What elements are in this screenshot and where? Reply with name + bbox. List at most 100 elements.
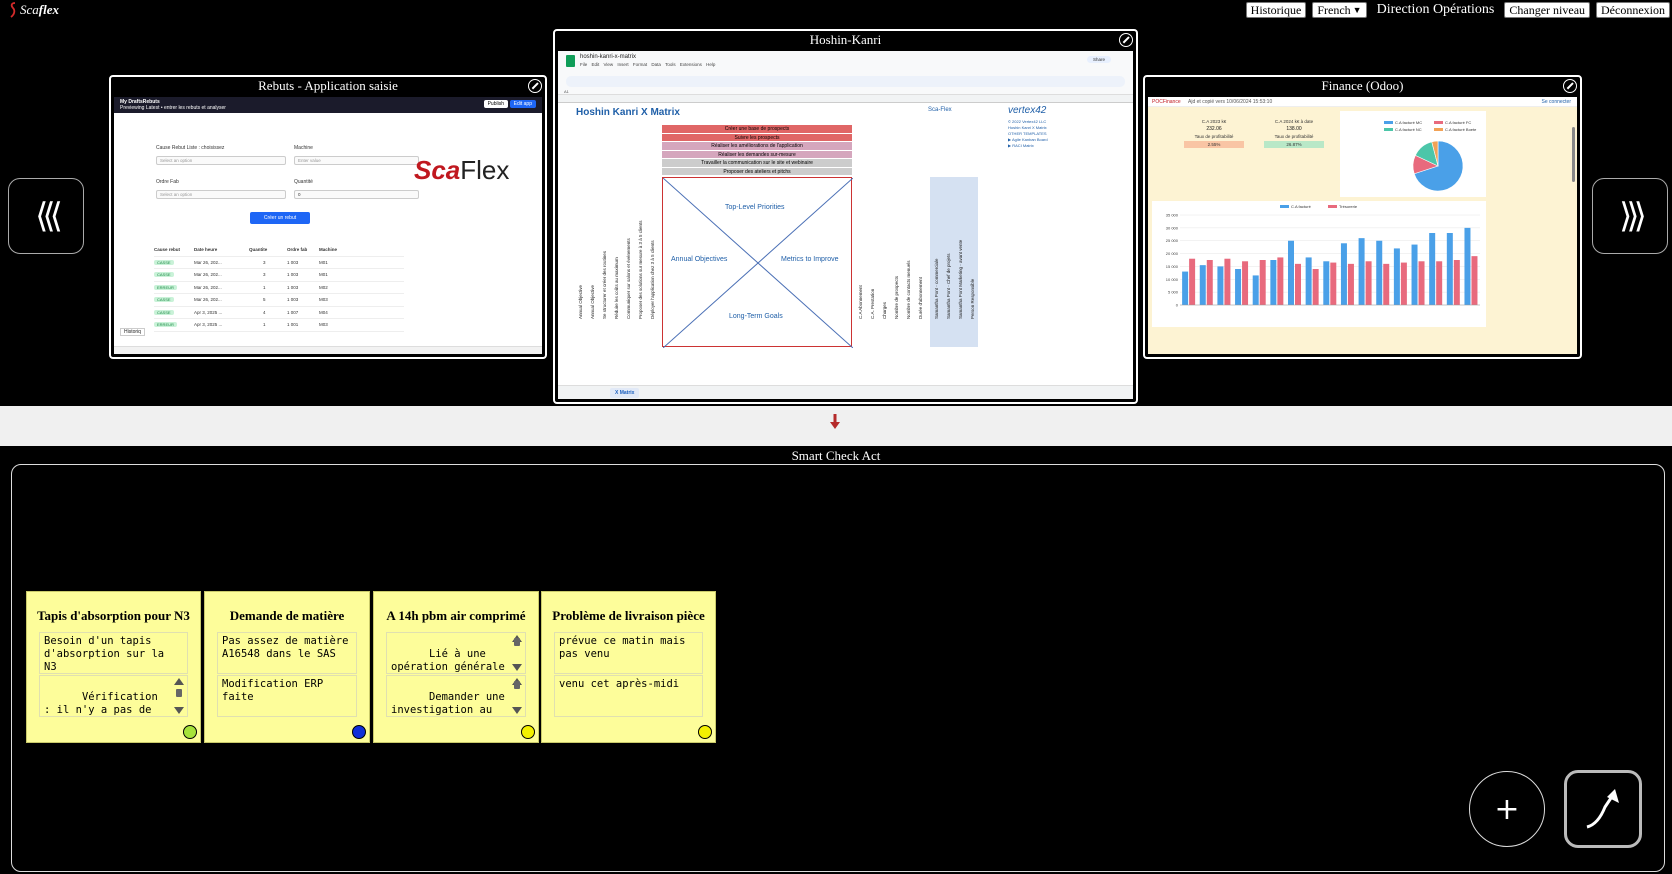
table-cell: M02 — [319, 284, 328, 290]
pie-legend-item: C.A facturé NC — [1384, 127, 1422, 132]
app-logo[interactable]: Scaflex — [8, 2, 59, 18]
format-toolbar — [566, 76, 1125, 87]
carousel-next-button[interactable]: ⟩⟩⟩ — [1592, 178, 1668, 254]
cause-tag: CASSE — [154, 272, 174, 278]
card-action-field[interactable]: Modification ERP faite — [217, 675, 357, 717]
panel-hoshin-kanri[interactable]: Hoshin-Kanri hoshin-kanri-x-matrix File … — [553, 29, 1138, 404]
panel-finance[interactable]: Finance (Odoo) POCFinance Ajd et copié v… — [1143, 75, 1582, 359]
scrollbar[interactable] — [511, 678, 523, 714]
sheet-tabs-bar: X Matrix — [558, 385, 1133, 399]
bar — [1217, 266, 1224, 305]
metric-column: Charges — [882, 301, 887, 319]
dashboard-carousel: ⟨⟨⟨ ⟩⟩⟩ Rebuts - Application saisie My D… — [0, 24, 1672, 404]
expand-icon[interactable] — [1119, 33, 1133, 47]
table-cell: Mar 26, 202... — [194, 259, 222, 265]
sticky-card[interactable]: Tapis d'absorption pour N3 Besoin d'un t… — [26, 591, 201, 743]
finance-header: POCFinance Ajd et copié vers 10/06/2024 … — [1148, 97, 1577, 107]
table-row: ERREUR Mar 26, 202... 1 1 003 M02 — [154, 282, 404, 294]
table-cell: 1 — [263, 284, 266, 290]
bar — [1446, 233, 1453, 305]
pie-legend-label: C.A facturé FC — [1445, 120, 1472, 125]
bar — [1242, 261, 1249, 305]
bar-chart: C.A facturé Trésorerie 35 000 30 000 25 00… — [1152, 201, 1486, 327]
change-level-button[interactable]: Changer niveau — [1504, 2, 1591, 18]
x-matrix: Top-Level Priorities Annual Objectives M… — [662, 177, 853, 348]
bar — [1464, 227, 1471, 305]
expand-icon[interactable] — [528, 79, 542, 93]
table-header-row: Cause rebut Date heure Quantite Ordre fa… — [154, 244, 404, 257]
history-button[interactable]: Historique — [1245, 2, 1307, 18]
card-action-field[interactable]: venu cet après-midi — [554, 675, 703, 717]
chevron-down-icon: ▼ — [1352, 5, 1362, 15]
cause-tag: CASSE — [154, 259, 174, 265]
bar — [1270, 260, 1277, 305]
carousel-prev-button[interactable]: ⟨⟨⟨ — [8, 178, 84, 254]
bar — [1252, 275, 1259, 305]
panel-title: Rebuts - Application saisie — [258, 78, 398, 93]
section-separator — [0, 406, 1672, 446]
bar — [1383, 263, 1390, 305]
table-cell: Mar 26, 202... — [194, 284, 222, 290]
create-rebut-button: Créer un rebut — [250, 212, 310, 224]
objective-column: Déployer l'application chez 3 à 5 client… — [650, 240, 655, 319]
card-description-field[interactable]: Besoin d'un tapis d'absorption sur la N3 — [39, 632, 188, 674]
y-tick-label: 0 — [1176, 303, 1179, 308]
sheets-toolbar: hoshin-kanri-x-matrix File Edit View Ins… — [558, 51, 1133, 95]
card-description-field[interactable]: Lié à une opération générale sans doute,… — [386, 632, 526, 674]
scrollbar[interactable] — [173, 678, 185, 714]
panel-preview: My DraftsRebuts Previewing Latest • entr… — [114, 97, 542, 354]
panel-rebuts[interactable]: Rebuts - Application saisie My DraftsReb… — [109, 75, 547, 359]
y-tick-label: 10 000 — [1166, 277, 1179, 282]
objective-column: Communiquer sur salons et événements — [626, 238, 631, 319]
expand-icon[interactable] — [1563, 79, 1577, 93]
bar — [1189, 258, 1196, 305]
connect-link: Se connecter — [1541, 99, 1571, 105]
sheet-file-name: hoshin-kanri-x-matrix — [580, 54, 637, 60]
cause-tag: CASSE — [154, 309, 174, 315]
ordre-label: Ordre Fab — [156, 179, 179, 185]
bar-chart-svg: 35 000 30 000 25 000 20 000 15 000 10 000 5 00… — [1166, 213, 1480, 308]
col-header: Machine — [319, 247, 338, 253]
table-cell: 3 — [263, 259, 266, 265]
card-action-field[interactable]: Demander une investigation au responsabl… — [386, 675, 526, 717]
sheet-tab: X Matrix — [610, 388, 640, 398]
sticky-card[interactable]: Problème de livraison pièce prévue ce ma… — [541, 591, 716, 743]
machine-label: Machine — [294, 145, 313, 151]
objective-column: Annual Objective — [578, 284, 583, 319]
card-description-field[interactable]: Pas assez de matière A16548 dans le SAS — [217, 632, 357, 674]
table-row: CASSE Apr 3, 2025 ... 4 1 007 M04 — [154, 307, 404, 319]
table-cell: M03 — [319, 297, 328, 303]
panel-title: Hoshin-Kanri — [809, 32, 882, 47]
kpi-sub: Taux de profitabilité — [1274, 134, 1314, 139]
sticky-card[interactable]: Demande de matière Pas assez de matière … — [204, 591, 370, 743]
language-select[interactable]: French ▼ — [1312, 2, 1367, 18]
sticky-card[interactable]: A 14h pbm air comprimé Lié à une opérati… — [373, 591, 539, 743]
logout-button[interactable]: Déconnexion — [1596, 2, 1670, 18]
card-title: Demande de matière — [229, 608, 345, 623]
machine-input: Enter value — [294, 156, 419, 165]
logo-text-a: Sca — [20, 2, 39, 17]
bar — [1340, 243, 1347, 305]
quadrant-top: Top-Level Priorities — [725, 204, 785, 211]
status-indicator[interactable] — [521, 725, 535, 739]
card-description-field[interactable]: prévue ce matin mais pas venu — [554, 632, 703, 674]
finance-dashboard: C.A 2023 k€ 232.06 Taux de profitabilité… — [1148, 107, 1577, 354]
card-action-field[interactable]: Vérification : il n'y a pas de tapis => … — [39, 675, 188, 717]
responsible-column: Samantha Pont Marketing - avant vente — [958, 239, 963, 319]
expand-board-button[interactable] — [1564, 770, 1642, 848]
sheets-icon — [566, 55, 575, 67]
column-header-row — [558, 95, 1133, 103]
add-card-button[interactable]: + — [1469, 771, 1545, 847]
scrollbar[interactable] — [511, 635, 523, 671]
pie-legend-item: C.A facturé FC — [1434, 120, 1471, 125]
status-indicator[interactable] — [352, 725, 366, 739]
top-bar: Scaflex Historique French ▼ Direction Op… — [0, 0, 1672, 22]
y-tick-label: 25 000 — [1166, 238, 1179, 243]
finance-brand: POCFinance — [1152, 99, 1181, 105]
kpi-box: 26.87% — [1264, 141, 1324, 148]
priority-row: Suivre les prospects — [662, 133, 852, 142]
bar-legend-label: Trésorerie — [1339, 204, 1358, 209]
bar-legend-item: Trésorerie — [1328, 204, 1357, 209]
status-indicator[interactable] — [183, 725, 197, 739]
status-indicator[interactable] — [698, 725, 712, 739]
